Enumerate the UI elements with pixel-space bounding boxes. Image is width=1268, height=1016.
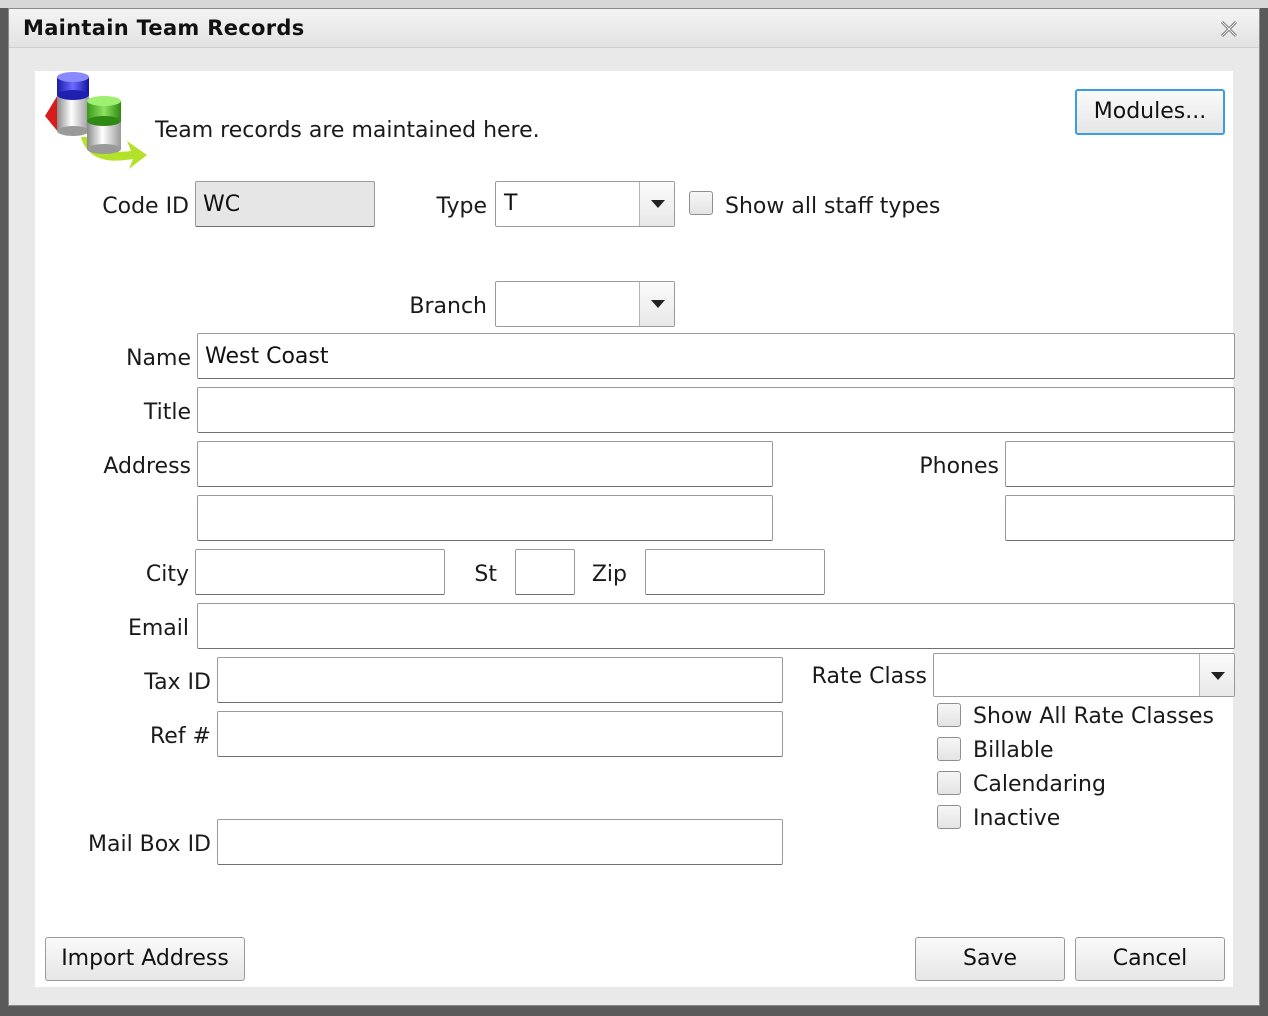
billable-label: Billable (973, 738, 1054, 763)
cancel-button[interactable]: Cancel (1075, 937, 1225, 981)
name-input[interactable] (197, 333, 1235, 379)
title-label: Title (143, 400, 191, 425)
code-id-label: Code ID (102, 194, 189, 219)
code-id-input[interactable] (195, 181, 375, 227)
branch-dropdown-arrow[interactable] (639, 282, 674, 326)
dialog-window: Maintain Team Records Team records are m… (8, 8, 1260, 1006)
close-icon[interactable] (1219, 19, 1239, 39)
state-input[interactable] (515, 549, 575, 595)
billable-checkbox[interactable] (937, 737, 961, 761)
mailbox-id-label: Mail Box ID (88, 832, 211, 857)
import-address-button[interactable]: Import Address (45, 937, 245, 981)
zip-label: Zip (591, 562, 627, 587)
background-app (0, 0, 1268, 8)
show-all-staff-types-label: Show all staff types (725, 194, 941, 219)
tax-id-label: Tax ID (144, 670, 211, 695)
phone2-input[interactable] (1005, 495, 1235, 541)
modules-button[interactable]: Modules... (1075, 89, 1225, 135)
header-message: Team records are maintained here. (155, 118, 540, 143)
phones-label: Phones (919, 454, 999, 479)
show-all-rate-classes-checkbox[interactable] (937, 703, 961, 727)
form-panel: Team records are maintained here. Module… (35, 71, 1235, 987)
chevron-down-icon (651, 300, 665, 308)
ref-label: Ref # (149, 724, 211, 749)
show-all-staff-types-checkbox[interactable] (689, 191, 713, 215)
save-button[interactable]: Save (915, 937, 1065, 981)
rate-class-label: Rate Class (811, 664, 927, 689)
type-value: T (504, 191, 518, 216)
address-label: Address (103, 454, 191, 479)
mailbox-id-input[interactable] (217, 819, 783, 865)
email-label: Email (127, 616, 189, 641)
inactive-label: Inactive (973, 806, 1061, 831)
zip-input[interactable] (645, 549, 825, 595)
address-line2-input[interactable] (197, 495, 773, 541)
calendaring-checkbox[interactable] (937, 771, 961, 795)
type-dropdown-arrow[interactable] (639, 182, 674, 226)
title-bar: Maintain Team Records (9, 9, 1259, 48)
city-input[interactable] (195, 549, 445, 595)
tax-id-input[interactable] (217, 657, 783, 703)
address-line1-input[interactable] (197, 441, 773, 487)
window-title: Maintain Team Records (23, 16, 305, 40)
title-input[interactable] (197, 387, 1235, 433)
city-label: City (145, 562, 189, 587)
rate-class-dropdown-arrow[interactable] (1199, 654, 1234, 696)
rate-class-dropdown[interactable] (933, 653, 1235, 697)
branch-dropdown[interactable] (495, 281, 675, 327)
chevron-down-icon (651, 200, 665, 208)
calendaring-label: Calendaring (973, 772, 1106, 797)
phone1-input[interactable] (1005, 441, 1235, 487)
ref-input[interactable] (217, 711, 783, 757)
state-label: St (474, 562, 497, 587)
show-all-rate-classes-label: Show All Rate Classes (973, 704, 1214, 729)
branch-label: Branch (409, 294, 487, 319)
inactive-checkbox[interactable] (937, 805, 961, 829)
chevron-down-icon (1211, 672, 1225, 680)
type-label: Type (436, 194, 487, 219)
name-label: Name (126, 346, 191, 371)
database-icon (45, 72, 147, 169)
email-input[interactable] (197, 603, 1235, 649)
type-dropdown[interactable]: T (495, 181, 675, 227)
